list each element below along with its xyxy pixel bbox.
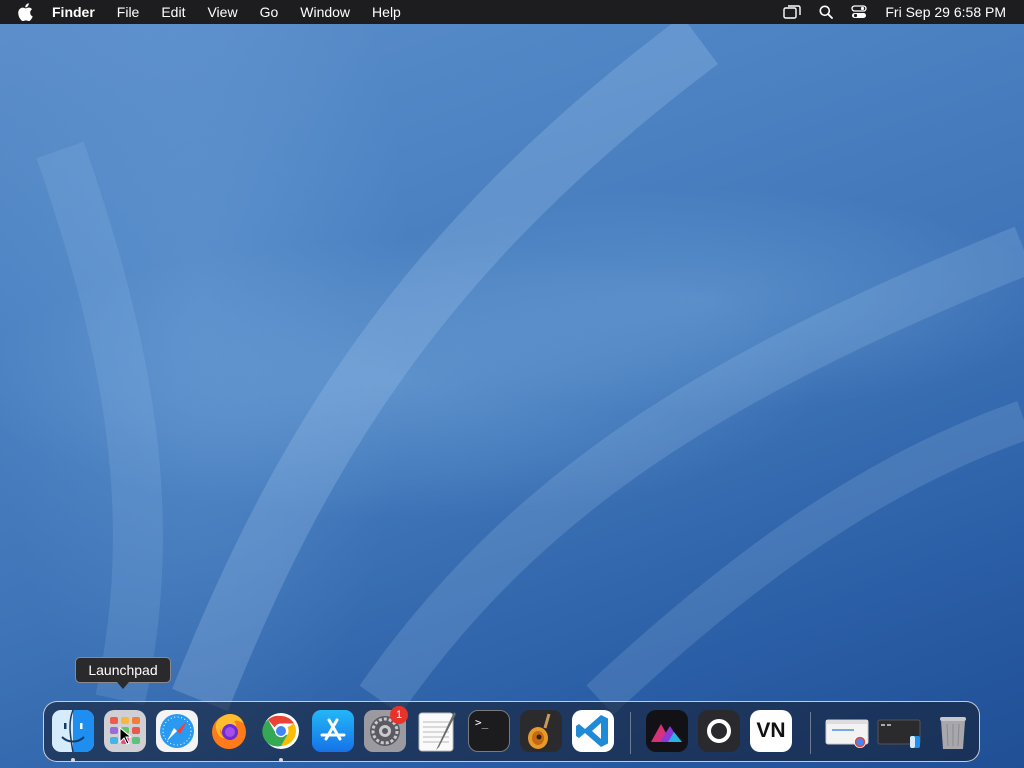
desktop-wallpaper [0, 0, 1024, 768]
vscode-icon[interactable] [572, 710, 614, 752]
menu-view[interactable]: View [207, 4, 237, 20]
dock-separator [630, 712, 631, 754]
dock-tooltip: Launchpad [75, 657, 171, 683]
firefox-icon[interactable] [208, 710, 250, 752]
vn-icon[interactable]: VN [750, 710, 792, 752]
menu-window[interactable]: Window [300, 4, 350, 20]
menu-bar-clock[interactable]: Fri Sep 29 6:58 PM [885, 4, 1006, 20]
garageband-icon[interactable] [520, 710, 562, 752]
mouse-cursor-icon [119, 726, 133, 750]
terminal-icon[interactable]: >_ [468, 710, 510, 752]
dock-separator-2 [810, 712, 811, 754]
menu-bar: Finder File Edit View Go Window Help Fri… [0, 0, 1024, 24]
textedit-icon[interactable] [416, 710, 458, 752]
apple-menu-icon[interactable] [17, 3, 37, 21]
tooltip-arrow [117, 682, 129, 689]
finder-icon[interactable] [52, 710, 94, 752]
trash-icon[interactable] [932, 710, 974, 752]
menu-help[interactable]: Help [372, 4, 401, 20]
screen-mirroring-icon[interactable] [783, 5, 802, 19]
finder-running-indicator [71, 758, 75, 762]
vn-label: VN [756, 719, 786, 742]
affinity-icon[interactable] [646, 710, 688, 752]
chrome-running-indicator [279, 758, 283, 762]
app-store-icon[interactable] [312, 710, 354, 752]
menu-go[interactable]: Go [260, 4, 279, 20]
minimized-finder-window[interactable] [876, 710, 922, 752]
spotlight-search-icon[interactable] [819, 5, 834, 19]
menu-edit[interactable]: Edit [161, 4, 185, 20]
terminal-prompt: >_ [475, 716, 489, 729]
menu-file[interactable]: File [117, 4, 140, 20]
control-center-icon[interactable] [851, 5, 868, 19]
dock: >_ VN [43, 701, 980, 762]
system-settings-badge: 1 [390, 706, 408, 724]
obs-icon[interactable] [698, 710, 740, 752]
chrome-icon[interactable] [260, 710, 302, 752]
minimized-chrome-window[interactable] [824, 710, 870, 752]
active-app-menu[interactable]: Finder [52, 4, 95, 20]
wallpaper-waves [36, 16, 1024, 715]
safari-icon[interactable] [156, 710, 198, 752]
